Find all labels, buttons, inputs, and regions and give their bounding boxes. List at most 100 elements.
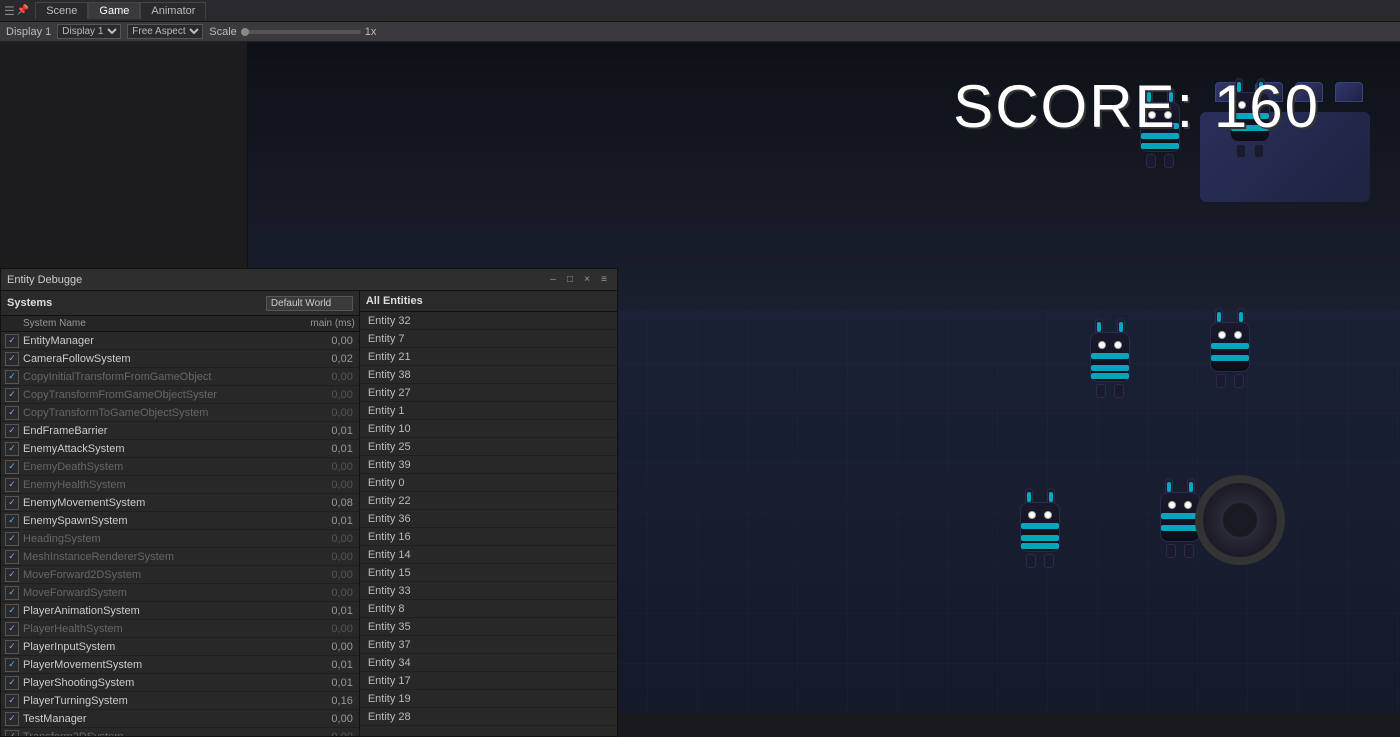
entity-row[interactable]: Entity 22: [360, 492, 617, 510]
close-button[interactable]: ×: [580, 273, 594, 287]
scale-thumb[interactable]: [241, 28, 249, 36]
tab-animator[interactable]: Animator: [140, 2, 206, 19]
system-row[interactable]: EnemyDeathSystem0,00: [1, 458, 359, 476]
system-checkbox[interactable]: [5, 532, 19, 546]
system-checkbox[interactable]: [5, 496, 19, 510]
entity-row[interactable]: Entity 33: [360, 582, 617, 600]
entity-row[interactable]: Entity 21: [360, 348, 617, 366]
system-row[interactable]: CameraFollowSystem0,02: [1, 350, 359, 368]
system-name: PlayerAnimationSystem: [19, 605, 295, 617]
system-checkbox[interactable]: [5, 586, 19, 600]
entity-row[interactable]: Entity 35: [360, 618, 617, 636]
maximize-button[interactable]: □: [563, 273, 577, 287]
system-row[interactable]: PlayerHealthSystem0,00: [1, 620, 359, 638]
system-checkbox[interactable]: [5, 388, 19, 402]
system-checkbox[interactable]: [5, 334, 19, 348]
system-row[interactable]: MoveForwardSystem0,00: [1, 584, 359, 602]
system-row[interactable]: PlayerInputSystem0,00: [1, 638, 359, 656]
entity-row[interactable]: Entity 38: [360, 366, 617, 384]
entity-row[interactable]: Entity 16: [360, 528, 617, 546]
system-name: EnemyMovementSystem: [19, 497, 295, 509]
enemy-legs: [1026, 554, 1054, 568]
enemy-eyes: [1098, 341, 1122, 349]
system-checkbox[interactable]: [5, 460, 19, 474]
entity-row[interactable]: Entity 19: [360, 690, 617, 708]
tab-game[interactable]: Game: [88, 2, 140, 19]
system-checkbox[interactable]: [5, 568, 19, 582]
enemy-leg: [1216, 374, 1226, 388]
entities-header: All Entities: [360, 291, 617, 312]
system-checkbox[interactable]: [5, 514, 19, 528]
system-ms: 0,01: [295, 515, 355, 527]
enemy-stripe: [1091, 373, 1129, 379]
system-checkbox[interactable]: [5, 712, 19, 726]
system-row[interactable]: PlayerMovementSystem0,01: [1, 656, 359, 674]
system-row[interactable]: EnemyMovementSystem0,08: [1, 494, 359, 512]
system-checkbox[interactable]: [5, 676, 19, 690]
tab-scene[interactable]: Scene: [35, 2, 88, 19]
entity-debugger: Entity Debugge – □ × ≡ Systems Default W…: [0, 268, 618, 737]
system-row[interactable]: Transform2DSystem0,00: [1, 728, 359, 736]
system-checkbox[interactable]: [5, 370, 19, 384]
entity-row[interactable]: Entity 14: [360, 546, 617, 564]
system-checkbox[interactable]: [5, 622, 19, 636]
system-row[interactable]: CopyTransformFromGameObjectSyster0,00: [1, 386, 359, 404]
system-row[interactable]: CopyInitialTransformFromGameObject0,00: [1, 368, 359, 386]
entity-row[interactable]: Entity 15: [360, 564, 617, 582]
lego-stud: [1335, 82, 1363, 102]
system-checkbox[interactable]: [5, 640, 19, 654]
system-row[interactable]: PlayerShootingSystem0,01: [1, 674, 359, 692]
enemy-leg: [1114, 384, 1124, 398]
system-row[interactable]: HeadingSystem0,00: [1, 530, 359, 548]
system-ms: 0,00: [295, 335, 355, 347]
system-checkbox[interactable]: [5, 604, 19, 618]
system-checkbox[interactable]: [5, 406, 19, 420]
entity-row[interactable]: Entity 17: [360, 672, 617, 690]
enemy-leg: [1166, 544, 1176, 558]
entity-row[interactable]: Entity 37: [360, 636, 617, 654]
enemy-stripe: [1161, 513, 1199, 519]
entity-row[interactable]: Entity 10: [360, 420, 617, 438]
system-checkbox[interactable]: [5, 550, 19, 564]
system-row[interactable]: PlayerTurningSystem0,16: [1, 692, 359, 710]
entity-row[interactable]: Entity 32: [360, 312, 617, 330]
system-ms: 0,16: [295, 695, 355, 707]
entity-row[interactable]: Entity 7: [360, 330, 617, 348]
system-row[interactable]: EnemySpawnSystem0,01: [1, 512, 359, 530]
system-row[interactable]: PlayerAnimationSystem0,01: [1, 602, 359, 620]
entity-row[interactable]: Entity 8: [360, 600, 617, 618]
system-row[interactable]: EntityManager0,00: [1, 332, 359, 350]
minimize-button[interactable]: –: [546, 273, 560, 287]
entity-row[interactable]: Entity 34: [360, 654, 617, 672]
enemy-eyes: [1028, 511, 1052, 519]
system-row[interactable]: EnemyAttackSystem0,01: [1, 440, 359, 458]
scale-track[interactable]: [241, 30, 361, 34]
system-checkbox[interactable]: [5, 694, 19, 708]
menu-button[interactable]: ≡: [597, 273, 611, 287]
system-checkbox[interactable]: [5, 442, 19, 456]
system-row[interactable]: MeshInstanceRendererSystem0,00: [1, 548, 359, 566]
entity-row[interactable]: Entity 25: [360, 438, 617, 456]
world-select[interactable]: Default World: [266, 296, 353, 311]
entities-list[interactable]: Entity 32Entity 7Entity 21Entity 38Entit…: [360, 312, 617, 736]
entity-row[interactable]: Entity 39: [360, 456, 617, 474]
system-row[interactable]: CopyTransformToGameObjectSystem0,00: [1, 404, 359, 422]
system-row[interactable]: EnemyHealthSystem0,00: [1, 476, 359, 494]
system-checkbox[interactable]: [5, 730, 19, 737]
entity-row[interactable]: Entity 0: [360, 474, 617, 492]
system-name: CopyTransformToGameObjectSystem: [19, 407, 295, 419]
system-row[interactable]: EndFrameBarrier0,01: [1, 422, 359, 440]
col-name-header: System Name: [21, 318, 295, 329]
entity-row[interactable]: Entity 36: [360, 510, 617, 528]
systems-list[interactable]: EntityManager0,00CameraFollowSystem0,02C…: [1, 332, 359, 736]
system-checkbox[interactable]: [5, 478, 19, 492]
entity-row[interactable]: Entity 28: [360, 708, 617, 726]
entity-row[interactable]: Entity 1: [360, 402, 617, 420]
entity-row[interactable]: Entity 27: [360, 384, 617, 402]
aspect-select[interactable]: Free Aspect: [127, 24, 203, 39]
system-checkbox[interactable]: [5, 658, 19, 672]
display-select[interactable]: Display 1: [57, 24, 121, 39]
system-row[interactable]: MoveForward2DSystem0,00: [1, 566, 359, 584]
system-checkbox[interactable]: [5, 424, 19, 438]
system-checkbox[interactable]: [5, 352, 19, 366]
